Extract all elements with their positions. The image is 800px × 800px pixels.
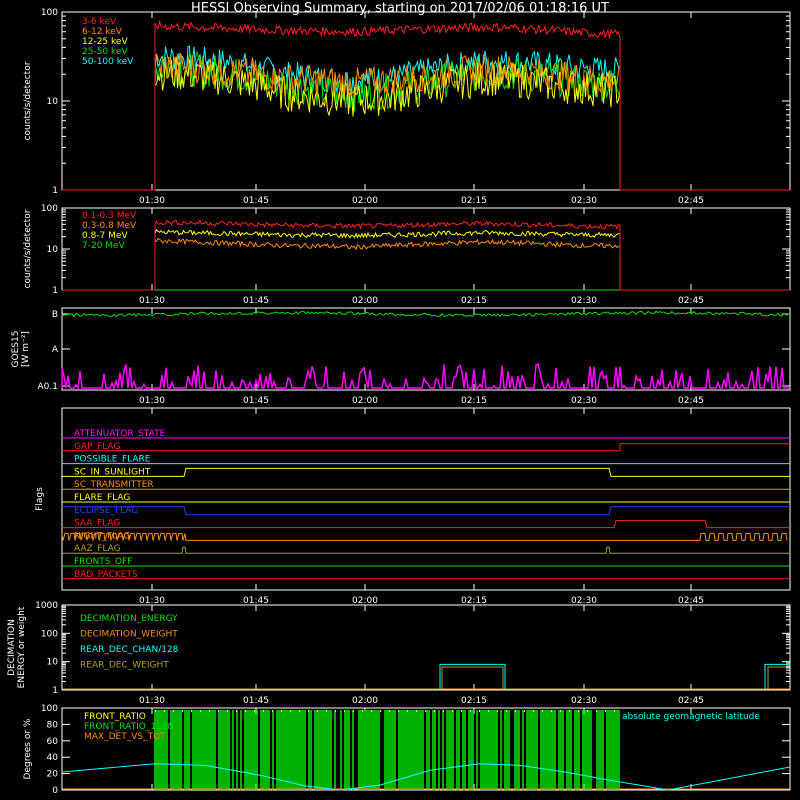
legend-entry: FRONT_RATIO_1128 [84,722,174,732]
flag-line [62,443,790,452]
legend-entry: 7-20 MeV [82,241,126,251]
series-line [62,219,790,291]
y-axis-label: Flags [35,487,45,511]
legend-entry: REAR_DEC_CHAN/128 [80,645,179,655]
x-tick-label: 02:00 [352,196,378,206]
y-tick-label: A0.1 [38,382,58,392]
legend-entry: 0.1-0.3 MeV [82,211,137,221]
y-tick-label: B [52,310,58,320]
series-line [62,666,790,690]
panel-frame [61,207,791,291]
legend-entry: absolute geomagnetic latitude [622,712,760,722]
x-tick-label: 01:45 [243,196,269,206]
x-tick-label: 02:00 [352,696,378,706]
x-tick-label: 02:15 [461,296,487,306]
y-tick-label: 100 [41,629,58,639]
series-line [62,228,790,291]
x-tick-label: 01:45 [243,296,269,306]
y-axis-label: DECIMATION [7,619,17,676]
legend-entry: 12-25 keV [82,37,128,47]
y-axis-label: Degrees or % [23,718,33,779]
x-tick-label: 02:30 [571,696,597,706]
x-tick-label: 02:30 [571,296,597,306]
legend-entry: DECIMATION_ENERGY [80,614,178,624]
y-tick-label: 100 [41,8,58,18]
legend-entry: REAR_DEC_WEIGHT [80,661,169,671]
y-axis-label: counts/s/detector [23,209,33,288]
y-axis-label: ENERGY or weight [17,606,27,688]
legend-entry: FRONT_RATIO [84,712,146,722]
panel-4: 01:30 01:45 02:00 02:15 02:30 02:45FlagsATTEN… [35,407,791,606]
flag-line [61,532,788,541]
x-tick-label: 01:30 [139,296,165,306]
legend-entry: MAX_DET_VS_TOT [84,732,166,742]
y-tick-label: 1 [52,186,58,196]
legend-entry: 3-6 keV [82,17,117,27]
y-tick-label: A [52,345,59,355]
flag-line [62,506,790,516]
x-tick-label: 01:30 [139,696,165,706]
x-tick-label: 01:45 [243,396,269,406]
y-tick-label: 10 [47,658,59,668]
hessi-summary-chart: 01:30 01:45 02:00 02:15 02:30 02:45110100coun… [7,8,791,796]
y-tick-label: 60 [47,737,59,747]
x-tick-label: 02:45 [678,396,704,406]
panel-6: 0 20 40 60 80 100 Degrees or % FRONT_RATIOFRONT… [23,704,791,796]
y-tick-label: 10 [47,97,59,107]
y-axis-unit: [W m⁻²] [21,331,31,367]
legend-entry: 0.3-0.8 MeV [82,221,137,231]
x-tick-label: 01:45 [243,696,269,706]
y-axis-label: GOES15 [11,331,21,368]
x-tick-label: 02:00 [352,296,378,306]
legend-entry: 25-50 keV [82,47,128,57]
series-line [62,19,790,191]
y-tick-label: 0 [52,786,58,796]
series-line [62,663,790,690]
legend-entry: 50-100 keV [82,57,134,67]
x-tick-label: 02:30 [571,396,597,406]
x-tick-label: 01:30 [139,196,165,206]
y-axis-label: counts/s/detector [23,61,33,140]
x-tick-label: 02:45 [678,696,704,706]
y-tick-label: 10 [47,245,59,255]
x-tick-label: 02:00 [352,396,378,406]
y-tick-label: 1000 [35,601,58,611]
flag-line [62,546,790,554]
legend-entry: 0.8-7 MeV [82,231,128,241]
y-tick-label: 40 [47,753,59,763]
x-tick-label: 01:30 [139,396,165,406]
x-tick-label: 02:15 [461,696,487,706]
panel-frame [61,407,791,591]
y-tick-label: 1 [52,286,58,296]
series-line [61,310,791,318]
series-line [62,53,790,191]
panel-5: 01:30 01:45 02:00 02:15 02:30 02:45 1 10 100 1000… [7,601,791,706]
x-tick-label: 02:30 [571,196,597,206]
x-tick-label: 02:15 [461,396,487,406]
panel-1: 01:30 01:45 02:00 02:15 02:30 02:45 1 10 100 coun… [23,8,791,206]
series-line [61,363,790,391]
panel-3: 01:30 01:45 02:00 02:15 02:30 02:45 A0.1 A B GOES… [11,307,791,406]
y-tick-label: 100 [41,704,58,714]
panel-2: 01:30 01:45 02:00 02:15 02:30 02:45 1 10 100 coun… [23,204,791,306]
series-line [62,237,790,291]
flag-line [62,467,790,477]
x-tick-label: 02:45 [678,296,704,306]
legend-entry: DECIMATION_WEIGHT [80,630,178,640]
y-tick-label: 80 [47,720,59,730]
legend-entry: 6-12 keV [82,27,123,37]
y-tick-label: 100 [41,204,58,214]
x-tick-label: 02:45 [678,196,704,206]
flag-line [62,520,790,529]
y-tick-label: 20 [47,770,59,780]
x-tick-label: 02:15 [461,196,487,206]
front-ratio-bars [154,710,620,790]
y-tick-label: 1 [52,686,58,696]
panel-frame [61,11,791,191]
